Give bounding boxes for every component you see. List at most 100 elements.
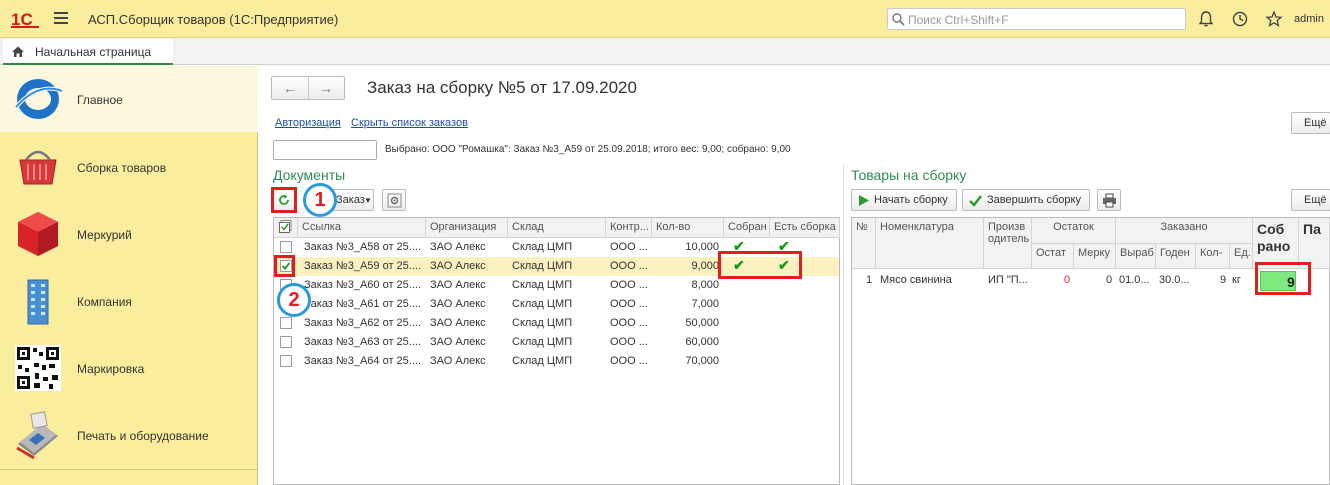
checkbox-highlight	[274, 255, 295, 277]
sidebar-item-label: Меркурий	[77, 228, 132, 242]
col-qty-header[interactable]: Кол-	[1196, 244, 1230, 269]
finish-assembly-label: Завершить сборку	[987, 194, 1081, 206]
bell-icon[interactable]	[1197, 10, 1215, 28]
sidebar-item-goods-assembly[interactable]: Сборка товаров	[0, 134, 258, 200]
doc-contr: ООО ...	[610, 260, 648, 272]
payment-terminal-icon	[16, 411, 58, 460]
doc-ref: Заказ №3_А64 от 25....	[304, 355, 422, 367]
chevron-down-icon: ▼	[364, 196, 372, 205]
doc-org: ЗАО Алекс	[430, 241, 486, 253]
col-ref-header[interactable]: Ссылка	[298, 218, 426, 238]
col-producer-header[interactable]: Произв одитель	[984, 218, 1032, 269]
main-panel: ← → Заказ на сборку №5 от 17.09.2020 Авт…	[259, 66, 1330, 485]
col-store-header[interactable]: Склад	[508, 218, 606, 238]
search-placeholder: Поиск Ctrl+Shift+F	[908, 13, 1009, 27]
start-assembly-label: Начать сборку	[874, 194, 948, 206]
doc-store: Склад ЦМП	[512, 336, 573, 348]
marker-2: 2	[277, 283, 311, 317]
col-valid-header[interactable]: Годен	[1156, 244, 1196, 269]
forward-arrow-icon[interactable]: →	[319, 80, 333, 96]
goods-unit: кг	[1232, 274, 1241, 286]
hide-orders-link[interactable]: Скрыть список заказов	[351, 117, 468, 129]
doc-ref: Заказ №3_А62 от 25....	[304, 317, 422, 329]
building-icon	[27, 279, 49, 325]
start-assembly-button[interactable]: Начать сборку	[851, 189, 957, 211]
col-has-build-header[interactable]: Есть сборка	[770, 218, 840, 238]
sidebar-item-mercury[interactable]: Меркурий	[0, 201, 258, 267]
col-contr-header[interactable]: Контр...	[606, 218, 652, 238]
doc-store: Склад ЦМП	[512, 317, 573, 329]
goods-table: № Номенклатура Произв одитель Остаток Ос…	[851, 217, 1330, 485]
doc-org: ЗАО Алекс	[430, 355, 486, 367]
user-name[interactable]: admin	[1294, 13, 1324, 25]
goods-qty: 9	[1220, 274, 1227, 286]
table-row[interactable]: Заказ №3_А61 от 25.... ЗАО Алекс Склад ЦМП…	[274, 295, 839, 314]
table-row[interactable]: Заказ №3_А64 от 25.... ЗАО Алекс Склад ЦМП…	[274, 352, 839, 371]
refresh-highlight	[271, 187, 297, 213]
goods-item: Мясо свинина	[880, 274, 952, 286]
star-icon[interactable]	[1265, 10, 1283, 28]
col-made-header[interactable]: Выраб	[1116, 244, 1156, 269]
doc-qty: 8,000	[691, 279, 719, 291]
sidebar-item-print-equipment[interactable]: Печать и оборудование	[0, 402, 258, 468]
select-all-icon	[279, 220, 292, 233]
goods-num: 1	[866, 274, 873, 286]
tab-home-label: Начальная страница	[35, 45, 152, 59]
red-cube-icon	[18, 212, 58, 256]
doc-store: Склад ЦМП	[512, 355, 573, 367]
sidebar-divider	[0, 469, 258, 470]
row-checkbox[interactable]	[280, 317, 292, 329]
back-arrow-icon[interactable]: ←	[283, 80, 297, 96]
col-stock-rest-header[interactable]: Остат	[1032, 244, 1074, 269]
tab-home[interactable]: Начальная страница	[3, 39, 173, 65]
qr-code-icon	[15, 345, 61, 391]
selected-info: Выбрано: ООО "Ромашка": Заказ №3_А59 от …	[385, 144, 791, 155]
more-button[interactable]: Ещё	[1291, 112, 1330, 134]
doc-store: Склад ЦМП	[512, 279, 573, 291]
table-row[interactable]: Заказ №3_А63 от 25.... ЗАО Алекс Склад ЦМП…	[274, 333, 839, 352]
doc-contr: ООО ...	[610, 298, 648, 310]
panel-splitter[interactable]	[843, 165, 844, 485]
doc-qty: 70,000	[685, 355, 719, 367]
goods-more-button[interactable]: Ещё	[1291, 189, 1330, 211]
finish-assembly-button[interactable]: Завершить сборку	[962, 189, 1090, 211]
goods-merc: 0	[1106, 274, 1113, 286]
doc-ref: Заказ №3_А60 от 25....	[304, 279, 422, 291]
row-checkbox[interactable]	[280, 355, 292, 367]
doc-contr: ООО ...	[610, 317, 648, 329]
col-item-header[interactable]: Номенклатура	[876, 218, 984, 269]
settings-button[interactable]	[382, 189, 406, 211]
selection-field[interactable]	[273, 140, 377, 160]
sidebar-item-label: Маркировка	[77, 362, 145, 376]
col-unit-header[interactable]: Ед.	[1230, 244, 1253, 269]
col-org-header[interactable]: Организация	[426, 218, 508, 238]
select-all-header[interactable]	[274, 218, 298, 238]
status-highlight	[718, 251, 802, 279]
auth-link[interactable]: Авторизация	[275, 117, 341, 129]
doc-ref: Заказ №3_А58 от 25....	[304, 241, 422, 253]
sidebar-item-company[interactable]: Компания	[0, 268, 258, 334]
menu-icon[interactable]	[54, 12, 68, 24]
doc-contr: ООО ...	[610, 336, 648, 348]
1c-logo-icon: 1C	[11, 10, 39, 29]
marker-1: 1	[303, 183, 337, 217]
sidebar-item-main[interactable]: Главное	[0, 66, 258, 132]
sidebar: Главное Сборка товаров Меркурий Компания…	[0, 66, 258, 485]
table-row[interactable]: Заказ №3_А62 от 25.... ЗАО Алекс Склад ЦМП…	[274, 314, 839, 333]
doc-org: ЗАО Алекс	[430, 317, 486, 329]
search-input[interactable]: Поиск Ctrl+Shift+F	[887, 8, 1186, 30]
doc-org: ЗАО Алекс	[430, 298, 486, 310]
goods-producer: ИП "П...	[988, 274, 1028, 286]
col-stock-merc-header[interactable]: Мерку	[1074, 244, 1116, 269]
history-icon[interactable]	[1231, 10, 1249, 28]
doc-org: ЗАО Алекс	[430, 260, 486, 272]
col-collected-header[interactable]: Собран	[724, 218, 770, 238]
col-num-header[interactable]: №	[852, 218, 876, 269]
col-qty-header[interactable]: Кол-во	[652, 218, 724, 238]
row-checkbox[interactable]	[280, 336, 292, 348]
row-checkbox[interactable]	[280, 241, 292, 253]
print-button[interactable]	[1097, 189, 1121, 211]
sidebar-item-marking[interactable]: Маркировка	[0, 335, 258, 401]
home-icon	[12, 46, 24, 57]
goods-rest: 0	[1064, 274, 1071, 286]
